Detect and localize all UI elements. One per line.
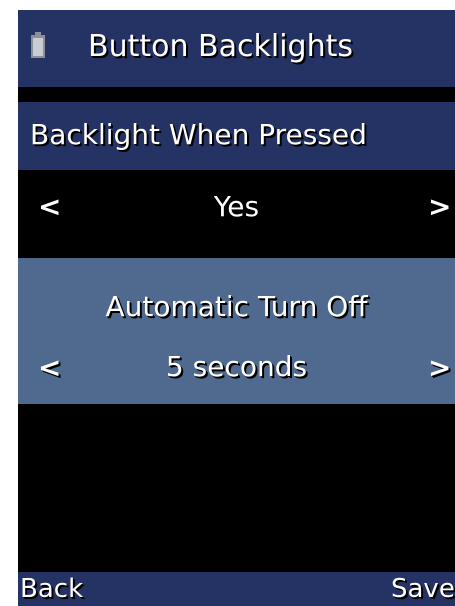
automatic-turn-off-prev-arrow[interactable]: < [38,351,61,385]
automatic-turn-off-next-arrow[interactable]: > [428,351,451,385]
save-softkey[interactable]: Save [391,573,455,605]
battery-icon [31,32,45,58]
softkey-bar: Back Save [18,572,455,606]
setting-automatic-turn-off-value[interactable]: 5 seconds [18,350,455,384]
setting-backlight-when-pressed-label: Backlight When Pressed [30,118,367,151]
back-softkey[interactable]: Back [20,573,83,605]
backlight-when-pressed-prev-arrow[interactable]: < [38,190,61,224]
setting-backlight-when-pressed-value[interactable]: Yes [18,190,455,224]
backlight-when-pressed-next-arrow[interactable]: > [428,190,451,224]
page-title: Button Backlights [88,29,353,64]
setting-automatic-turn-off-label: Automatic Turn Off [105,290,368,323]
device-screen: Button Backlights Backlight When Pressed… [18,10,455,606]
title-bar: Button Backlights [18,10,455,87]
